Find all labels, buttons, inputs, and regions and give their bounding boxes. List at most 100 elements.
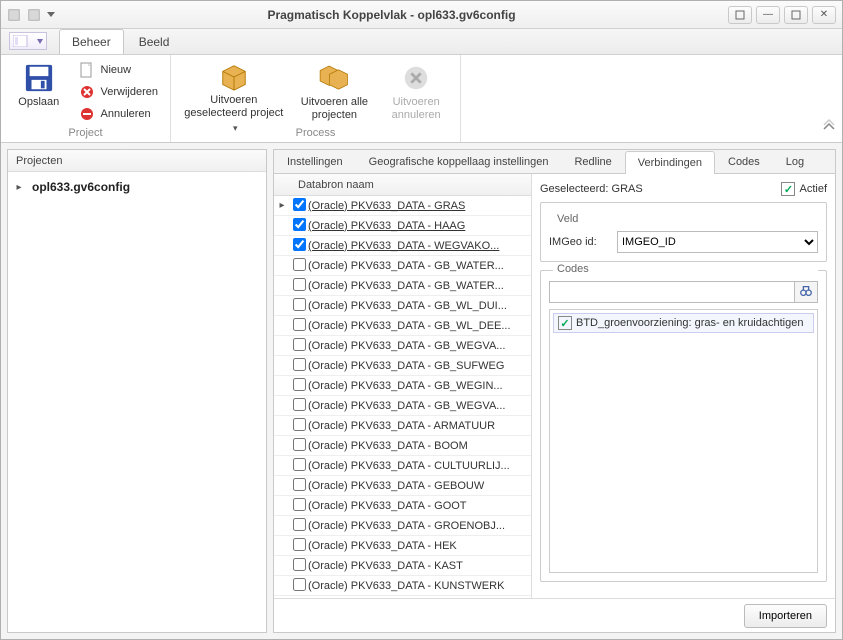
row-label: (Oracle) PKV633_DATA - KAST: [308, 560, 531, 572]
run-selected-button[interactable]: Uitvoeren geselecteerd project▾: [179, 59, 289, 125]
datasource-row[interactable]: (Oracle) PKV633_DATA - GEBOUW: [274, 476, 531, 496]
cancel-run-icon: [400, 62, 432, 94]
datasource-row[interactable]: (Oracle) PKV633_DATA - GB_WL_DUI...: [274, 296, 531, 316]
row-checkbox[interactable]: [290, 498, 308, 514]
save-button[interactable]: Opslaan: [9, 59, 69, 125]
detail-panel: Instellingen Geografische koppellaag ins…: [273, 149, 836, 633]
datasource-row[interactable]: (Oracle) PKV633_DATA - CULTUURLIJ...: [274, 456, 531, 476]
tab-instellingen[interactable]: Instellingen: [274, 150, 356, 173]
row-label: (Oracle) PKV633_DATA - GROENOBJ...: [308, 520, 531, 532]
row-checkbox[interactable]: [290, 478, 308, 494]
actief-checkbox[interactable]: ✓ Actief: [781, 182, 827, 196]
row-checkbox[interactable]: [290, 198, 308, 214]
datasource-row[interactable]: ▸ (Oracle) PKV633_DATA - GRAS: [274, 196, 531, 216]
datasource-scroll[interactable]: ▸ (Oracle) PKV633_DATA - GRAS (Oracle) PKV…: [274, 196, 531, 598]
row-label: (Oracle) PKV633_DATA - GB_WL_DEE...: [308, 320, 531, 332]
datasource-row[interactable]: (Oracle) PKV633_DATA - GOOT: [274, 496, 531, 516]
row-label: (Oracle) PKV633_DATA - ARMATUUR: [308, 420, 531, 432]
row-checkbox[interactable]: [290, 318, 308, 334]
codes-search-button[interactable]: [794, 281, 818, 303]
minimize-button[interactable]: —: [756, 6, 780, 24]
datasource-row[interactable]: (Oracle) PKV633_DATA - GB_SUFWEG: [274, 356, 531, 376]
row-checkbox[interactable]: [290, 398, 308, 414]
view-selector[interactable]: [9, 32, 47, 50]
datasource-row[interactable]: (Oracle) PKV633_DATA - GB_WEGVA...: [274, 396, 531, 416]
import-button[interactable]: Importeren: [744, 604, 827, 628]
cancel-button[interactable]: Annuleren: [75, 104, 162, 124]
row-checkbox[interactable]: [290, 218, 308, 234]
save-label: Opslaan: [18, 96, 59, 109]
row-label: (Oracle) PKV633_DATA - BOOM: [308, 440, 531, 452]
tab-geokoppel[interactable]: Geografische koppellaag instellingen: [356, 150, 562, 173]
datasource-row[interactable]: (Oracle) PKV633_DATA - GB_WATER...: [274, 256, 531, 276]
code-item[interactable]: ✓ BTD_groenvoorziening: gras- en kruidac…: [553, 313, 814, 333]
cancel-label: Annuleren: [101, 108, 151, 120]
new-button[interactable]: Nieuw: [75, 60, 162, 80]
row-checkbox[interactable]: [290, 538, 308, 554]
tab-redline[interactable]: Redline: [561, 150, 624, 173]
group-project-label: Project: [9, 125, 162, 141]
tab-verbindingen[interactable]: Verbindingen: [625, 151, 715, 174]
row-label: (Oracle) PKV633_DATA - WEGVAKO...: [308, 240, 531, 252]
row-label: (Oracle) PKV633_DATA - GRAS: [308, 200, 531, 212]
row-checkbox[interactable]: [290, 278, 308, 294]
app-window: Pragmatisch Koppelvlak - opl633.gv6confi…: [0, 0, 843, 640]
codes-search-input[interactable]: [549, 281, 794, 303]
row-label: (Oracle) PKV633_DATA - GB_WEGVA...: [308, 400, 531, 412]
veld-legend: Veld: [553, 213, 582, 225]
row-checkbox[interactable]: [290, 338, 308, 354]
datasource-row[interactable]: (Oracle) PKV633_DATA - GB_WL_DEE...: [274, 316, 531, 336]
row-checkbox[interactable]: [290, 298, 308, 314]
qat-button-1[interactable]: [7, 8, 21, 22]
row-label: (Oracle) PKV633_DATA - CULTUURLIJ...: [308, 460, 531, 472]
row-indicator-icon: ▸: [274, 200, 290, 211]
restore-secondary-button[interactable]: [728, 6, 752, 24]
datasource-row[interactable]: (Oracle) PKV633_DATA - HAAG: [274, 216, 531, 236]
project-row[interactable]: ▸ opl633.gv6config: [12, 176, 262, 198]
datasource-row[interactable]: (Oracle) PKV633_DATA - KAST: [274, 556, 531, 576]
datasource-header[interactable]: Databron naam: [274, 174, 531, 196]
datasource-row[interactable]: (Oracle) PKV633_DATA - KUNSTWERK: [274, 576, 531, 596]
datasource-row[interactable]: (Oracle) PKV633_DATA - WEGVAKO...: [274, 236, 531, 256]
tab-beheer[interactable]: Beheer: [59, 29, 124, 54]
datasource-row[interactable]: (Oracle) PKV633_DATA - HEK: [274, 536, 531, 556]
delete-button[interactable]: Verwijderen: [75, 82, 162, 102]
run-selected-label: Uitvoeren geselecteerd project: [182, 94, 286, 120]
row-checkbox[interactable]: [290, 418, 308, 434]
datasource-row[interactable]: (Oracle) PKV633_DATA - GB_WEGVA...: [274, 336, 531, 356]
qat-dropdown-icon[interactable]: [47, 12, 55, 17]
tab-beeld[interactable]: Beeld: [126, 29, 183, 54]
close-button[interactable]: ✕: [812, 6, 836, 24]
maximize-button[interactable]: [784, 6, 808, 24]
row-checkbox[interactable]: [290, 558, 308, 574]
datasource-row[interactable]: (Oracle) PKV633_DATA - GB_WEGIN...: [274, 376, 531, 396]
checkmark-icon: ✓: [558, 316, 572, 330]
codes-list: ✓ BTD_groenvoorziening: gras- en kruidac…: [549, 309, 818, 573]
datasource-row[interactable]: (Oracle) PKV633_DATA - GB_WATER...: [274, 276, 531, 296]
detail-body: Databron naam ▸ (Oracle) PKV633_DATA - GR…: [274, 174, 835, 598]
imgeo-select[interactable]: IMGEO_ID: [617, 231, 818, 253]
row-checkbox[interactable]: [290, 458, 308, 474]
datasource-row[interactable]: (Oracle) PKV633_DATA - GROENOBJ...: [274, 516, 531, 536]
row-checkbox[interactable]: [290, 578, 308, 594]
code-item-label: BTD_groenvoorziening: gras- en kruidacht…: [576, 317, 803, 329]
projects-panel: Projecten ▸ opl633.gv6config: [7, 149, 267, 633]
row-checkbox[interactable]: [290, 518, 308, 534]
title-bar: Pragmatisch Koppelvlak - opl633.gv6confi…: [1, 1, 842, 29]
selected-label: Geselecteerd: GRAS: [540, 183, 643, 195]
row-checkbox[interactable]: [290, 378, 308, 394]
cancel-icon: [79, 106, 95, 122]
tab-codes[interactable]: Codes: [715, 150, 773, 173]
row-checkbox[interactable]: [290, 258, 308, 274]
row-checkbox[interactable]: [290, 238, 308, 254]
run-all-button[interactable]: Uitvoeren alle projecten: [295, 59, 375, 125]
datasource-row[interactable]: (Oracle) PKV633_DATA - BOOM: [274, 436, 531, 456]
row-checkbox[interactable]: [290, 358, 308, 374]
collapse-ribbon-icon[interactable]: [822, 119, 836, 136]
tab-log[interactable]: Log: [773, 150, 817, 173]
row-checkbox[interactable]: [290, 438, 308, 454]
datasource-row[interactable]: (Oracle) PKV633_DATA - ARMATUUR: [274, 416, 531, 436]
row-label: (Oracle) PKV633_DATA - HAAG: [308, 220, 531, 232]
group-process-label: Process: [179, 125, 452, 141]
qat-button-2[interactable]: [27, 8, 41, 22]
